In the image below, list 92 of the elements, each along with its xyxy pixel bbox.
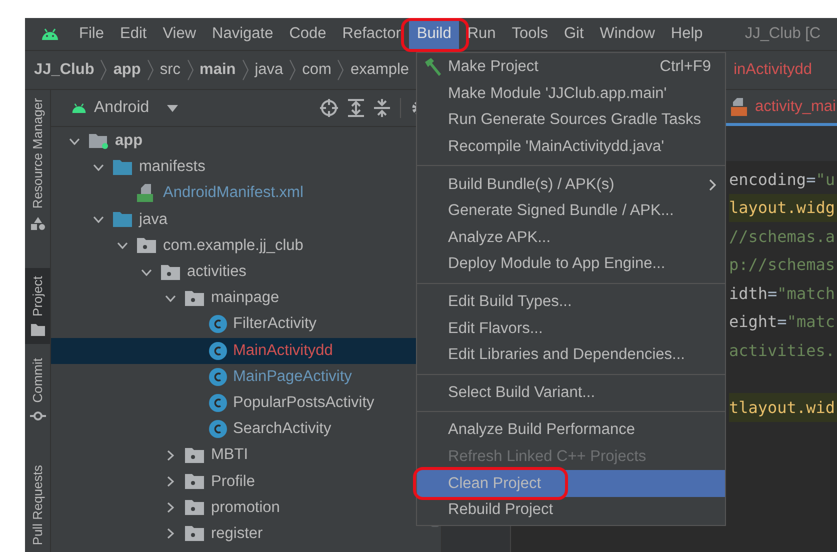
expand-all-icon[interactable]: [348, 99, 364, 117]
chevron-right-icon[interactable]: [166, 502, 174, 514]
tree-item-label: manifests: [139, 158, 206, 176]
package-folder-icon: [185, 500, 205, 516]
breadcrumb-item[interactable]: java: [254, 61, 284, 79]
tree-item-label: MBTI: [211, 446, 248, 464]
package-folder-icon: [137, 238, 157, 254]
menu-item[interactable]: Make Module 'JJClub.app.main': [417, 80, 725, 108]
code-line: //schemas.a: [729, 226, 835, 246]
menu-item[interactable]: Make Project Ctrl+F9: [417, 54, 725, 81]
chevron-icon: [186, 59, 194, 81]
chevron-down-icon[interactable]: [92, 216, 104, 224]
class-icon: [209, 368, 227, 386]
tree-item-label: activities: [187, 263, 246, 282]
chevron-right-icon[interactable]: [166, 450, 174, 461]
tree-item-label: com.example.jj_club: [163, 236, 304, 255]
menu-item[interactable]: File: [71, 18, 112, 50]
window-title: JJ_Club [C: [744, 25, 821, 43]
package-folder-icon: [185, 290, 205, 306]
menu-item[interactable]: Refactor: [334, 18, 409, 50]
class-icon: [209, 342, 227, 360]
shapes-icon: [30, 216, 44, 230]
tree-item-label: java: [139, 210, 168, 229]
tree-item-label: promotion: [211, 498, 280, 517]
code-line: idth="match: [729, 284, 835, 303]
chevron-icon: [289, 59, 296, 81]
chevron-icon: [146, 59, 154, 81]
tree-item-label: Profile: [211, 472, 255, 491]
tree-item-label: MainPageActivity: [233, 368, 352, 386]
chevron-down-icon[interactable]: [164, 294, 176, 302]
package-folder-icon: [161, 264, 181, 280]
breadcrumb-item[interactable]: app: [113, 61, 141, 79]
tool-window-tab[interactable]: Commit: [25, 350, 50, 429]
breadcrumb-item[interactable]: example: [350, 61, 410, 79]
code-line: encoding="u: [729, 170, 835, 189]
chevron-down-icon[interactable]: [68, 138, 80, 145]
android-logo-icon: [41, 28, 59, 40]
tree-item-label: register: [211, 524, 263, 543]
package-folder-icon: [185, 448, 205, 463]
menu-item[interactable]: Git: [556, 18, 592, 50]
menu-item[interactable]: Tools: [504, 18, 556, 50]
tool-window-tab[interactable]: Resource Manager: [25, 90, 50, 238]
menu-item[interactable]: Navigate: [204, 18, 282, 50]
commit-icon: [30, 410, 46, 421]
chevron-right-icon[interactable]: [166, 476, 174, 488]
tree-item-label: FilterActivity: [233, 315, 317, 334]
tree-item-label: AndroidManifest.xml: [163, 184, 304, 202]
dropdown-caret-icon[interactable]: [167, 104, 178, 112]
tool-window-tab[interactable]: Pull Requests: [25, 456, 50, 552]
android-logo-icon: [71, 103, 87, 113]
chevron-down-icon[interactable]: [140, 268, 152, 276]
tree-row[interactable]: register: [51, 520, 441, 547]
crosshair-icon[interactable]: [320, 99, 338, 117]
menu-item[interactable]: View: [154, 18, 204, 50]
menu-item[interactable]: Window: [592, 18, 663, 50]
chevron-icon: [242, 59, 249, 81]
folder-icon: [113, 160, 133, 175]
module-folder-icon: [89, 133, 109, 150]
code-line: eight="matc: [729, 312, 835, 332]
code-line: layout.widg: [729, 198, 835, 218]
chevron-icon: [337, 59, 344, 81]
package-folder-icon: [185, 474, 205, 490]
tree-item-label: PopularPostsActivity: [233, 394, 374, 412]
tree-item-label: app: [115, 132, 143, 150]
collapse-all-icon[interactable]: [374, 99, 390, 117]
chevron-down-icon[interactable]: [92, 164, 104, 171]
view-selector[interactable]: Android: [94, 99, 150, 117]
breadcrumb-item[interactable]: src: [160, 61, 181, 79]
code-line: activities.: [729, 340, 835, 360]
code-line: p://schemas: [729, 255, 835, 274]
layout-file-icon: [731, 98, 749, 116]
tool-window-tab[interactable]: Project: [25, 268, 50, 344]
chevron-icon: [100, 59, 108, 81]
breadcrumb-item[interactable]: com: [302, 61, 332, 79]
tree-row[interactable]: MBTI: [51, 442, 441, 468]
tree-item-label: MainActivitydd: [233, 342, 333, 360]
chevron-down-icon[interactable]: [116, 242, 128, 250]
chevron-right-icon[interactable]: [166, 528, 174, 540]
tree-item-label: mainpage: [211, 289, 280, 308]
menu-item[interactable]: Help: [662, 18, 711, 50]
class-icon: [209, 315, 227, 334]
breadcrumb-item[interactable]: main: [200, 61, 236, 79]
menu-item[interactable]: Code: [281, 18, 334, 50]
folder-icon: [113, 212, 133, 228]
package-folder-icon: [185, 526, 205, 542]
menu-item[interactable]: Edit: [112, 18, 155, 50]
class-icon: [209, 420, 227, 438]
breadcrumb-item[interactable]: JJ_Club: [34, 61, 94, 79]
code-line: tlayout.wid: [729, 398, 835, 417]
folder-icon: [30, 324, 44, 336]
tree-item-label: SearchActivity: [233, 420, 332, 438]
class-icon: [209, 394, 227, 412]
